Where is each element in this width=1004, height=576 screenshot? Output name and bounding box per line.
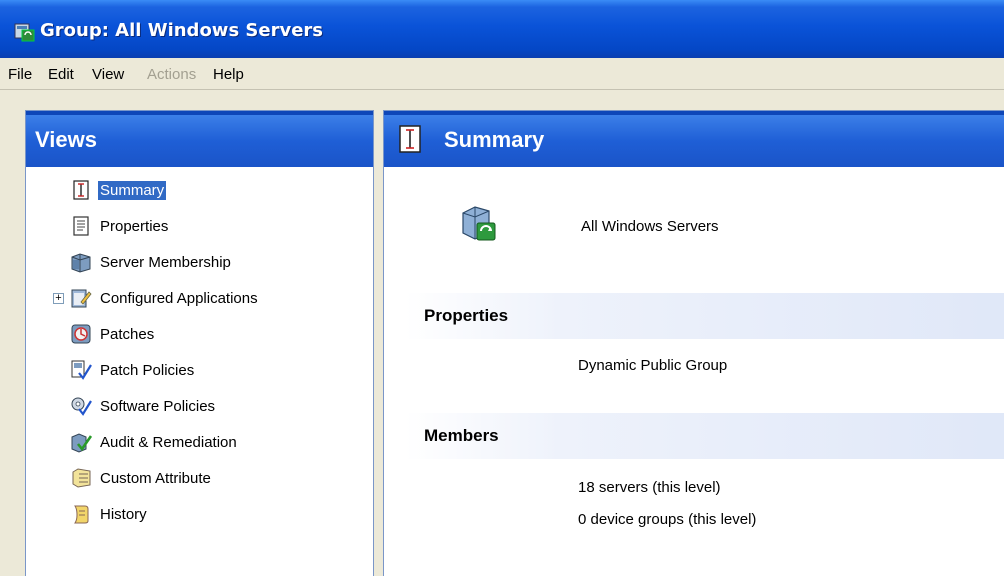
server-membership-icon <box>71 253 91 273</box>
view-item-label: Summary <box>98 180 167 200</box>
view-item-history[interactable]: History <box>70 501 149 527</box>
window-title: Group: All Windows Servers <box>40 20 323 41</box>
menu-help[interactable]: Help <box>213 66 244 83</box>
view-item-label: Patches <box>100 325 155 343</box>
summary-icon <box>73 180 89 200</box>
views-panel: Views Summary Properties Server Membersh… <box>25 110 374 576</box>
view-item-label: Configured Applications <box>100 289 258 307</box>
group-name: All Windows Servers <box>581 218 719 235</box>
views-panel-title: Views <box>35 127 97 152</box>
menu-view[interactable]: View <box>92 66 124 83</box>
views-panel-header: Views <box>26 111 373 167</box>
title-bar[interactable]: Group: All Windows Servers <box>0 0 1004 58</box>
server-group-icon <box>462 206 496 241</box>
view-item-label: Patch Policies <box>100 361 195 379</box>
members-servers-count: 18 servers (this level) <box>578 479 721 496</box>
history-icon <box>74 505 89 524</box>
members-section-header: Members <box>405 413 1004 459</box>
view-item-server-membership[interactable]: Server Membership <box>70 249 233 275</box>
properties-section-header: Properties <box>405 293 1004 339</box>
view-item-audit-remediation[interactable]: Audit & Remediation <box>70 429 239 455</box>
menu-edit[interactable]: Edit <box>48 66 74 83</box>
view-item-label: History <box>100 505 147 523</box>
view-item-label: Properties <box>100 217 169 235</box>
summary-header-icon <box>399 125 421 153</box>
patch-policies-icon <box>71 360 92 380</box>
audit-remediation-icon <box>71 433 92 453</box>
group-app-icon <box>14 23 35 42</box>
view-item-label: Custom Attribute <box>100 469 211 487</box>
summary-panel-title: Summary <box>444 127 545 152</box>
view-item-label: Audit & Remediation <box>100 433 237 451</box>
properties-section-title: Properties <box>424 306 509 325</box>
view-item-custom-attribute[interactable]: Custom Attribute <box>70 465 213 491</box>
members-section-title: Members <box>424 426 499 445</box>
members-device-groups-count: 0 device groups (this level) <box>578 511 757 528</box>
view-item-label: Software Policies <box>100 397 216 415</box>
view-item-configured-applications[interactable]: Configured Applications <box>70 285 260 311</box>
software-policies-icon <box>71 397 92 416</box>
menu-bar: File Edit View Actions Help <box>0 58 1004 90</box>
view-item-label: Server Membership <box>100 253 231 271</box>
configured-applications-icon <box>71 289 92 308</box>
custom-attribute-icon <box>72 468 91 488</box>
view-item-software-policies[interactable]: Software Policies <box>70 393 217 419</box>
patches-icon <box>71 324 91 344</box>
menu-actions: Actions <box>147 66 197 83</box>
properties-icon <box>73 216 89 236</box>
expand-configured-applications[interactable]: + <box>53 293 64 304</box>
group-type-value: Dynamic Public Group <box>578 357 728 374</box>
view-item-patch-policies[interactable]: Patch Policies <box>70 357 196 383</box>
summary-panel-header: Summary <box>384 111 1004 167</box>
view-item-patches[interactable]: Patches <box>70 321 156 347</box>
view-item-properties[interactable]: Properties <box>70 213 170 239</box>
summary-panel: Summary All Windows Servers Properties D… <box>383 110 1004 576</box>
view-item-summary[interactable]: Summary <box>70 177 167 203</box>
menu-file[interactable]: File <box>8 66 32 83</box>
